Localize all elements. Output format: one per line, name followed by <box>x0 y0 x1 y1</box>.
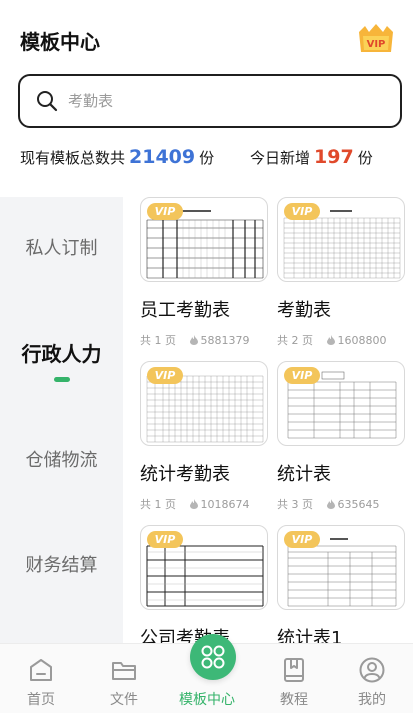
vip-tag: VIP <box>284 531 320 548</box>
book-icon <box>280 656 308 684</box>
template-meta: 共 2 页 1608800 <box>277 332 405 347</box>
bottom-tab-bar: 首页 文件 模板中心 教程 我的 <box>0 634 413 713</box>
flame-icon <box>189 335 198 345</box>
template-meta: 共 1 页 5881379 <box>140 332 268 347</box>
category-sidebar: 私人订制 行政人力 仓储物流 财务结算 <box>0 197 123 643</box>
total-prefix: 现有模板总数共 <box>20 149 126 167</box>
template-card[interactable]: VIP 考勤表 共 2 页 1608800 <box>277 197 405 347</box>
view-count: 1018674 <box>189 498 250 511</box>
template-name[interactable]: 统计考勤表 <box>140 460 268 486</box>
sidebar-item-label: 仓储物流 <box>25 450 98 471</box>
template-thumbnail[interactable]: VIP <box>277 197 405 282</box>
tab-label: 文件 <box>110 692 138 708</box>
vip-tag: VIP <box>147 531 183 548</box>
tab-label: 我的 <box>358 692 386 708</box>
template-meta: 共 1 页 1018674 <box>140 496 268 511</box>
template-card[interactable]: VIP 统计考勤表 共 1 页 1018674 <box>140 361 268 511</box>
flame-icon <box>326 499 335 509</box>
total-count: 21409 <box>129 146 196 168</box>
template-name[interactable]: 统计表 <box>277 460 405 486</box>
template-thumbnail[interactable]: VIP <box>277 361 405 446</box>
today-unit: 份 <box>357 149 373 167</box>
view-count-value: 635645 <box>337 498 380 511</box>
page-count: 共 1 页 <box>140 498 176 511</box>
total-stat: 现有模板总数共 21409 份 <box>20 146 214 168</box>
search-input[interactable] <box>68 88 368 114</box>
template-card[interactable]: VIP 统计表 共 3 页 635645 <box>277 361 405 511</box>
user-icon <box>358 656 386 684</box>
vip-tag: VIP <box>284 203 320 220</box>
template-name[interactable]: 员工考勤表 <box>140 296 268 322</box>
today-stat: 今日新增 197 份 <box>250 146 373 168</box>
flame-icon <box>326 335 335 345</box>
tab-label: 首页 <box>27 692 55 708</box>
search-icon <box>36 90 58 112</box>
template-thumbnail[interactable]: VIP <box>140 197 268 282</box>
active-indicator <box>53 377 70 382</box>
template-name[interactable]: 统计表1 <box>277 624 405 643</box>
view-count: 5881379 <box>189 334 250 347</box>
template-card[interactable]: VIP 员工考勤表 共 1 页 5881379 <box>140 197 268 347</box>
today-prefix: 今日新增 <box>250 149 311 167</box>
header: 模板中心 VIP <box>0 0 413 72</box>
vip-tag: VIP <box>147 367 183 384</box>
today-count: 197 <box>314 146 354 168</box>
template-stats: 现有模板总数共 21409 份 今日新增 197 份 <box>20 146 400 176</box>
total-unit: 份 <box>199 149 215 167</box>
view-count: 1608800 <box>326 334 387 347</box>
sidebar-item-private[interactable]: 私人订制 <box>0 234 123 260</box>
view-count-value: 1608800 <box>337 334 387 347</box>
vip-tag: VIP <box>147 203 183 220</box>
flame-icon <box>189 499 198 509</box>
sidebar-item-label: 私人订制 <box>25 238 98 259</box>
home-icon <box>27 656 55 684</box>
template-grid: VIP 员工考勤表 共 1 页 5881379 VIP 考勤表 共 2 页 16… <box>123 197 413 643</box>
template-card[interactable]: VIP 统计表1 <box>277 525 405 643</box>
template-name[interactable]: 考勤表 <box>277 296 405 322</box>
vip-badge-text: VIP <box>367 39 386 50</box>
vip-crown-icon[interactable]: VIP <box>355 22 397 56</box>
sidebar-item-label: 行政人力 <box>21 342 102 366</box>
page-count: 共 3 页 <box>277 498 313 511</box>
grid-icon <box>190 634 236 680</box>
view-count-value: 5881379 <box>200 334 250 347</box>
folder-icon <box>110 656 138 684</box>
view-count: 635645 <box>326 498 380 511</box>
vip-tag: VIP <box>284 367 320 384</box>
page-count: 共 2 页 <box>277 334 313 347</box>
template-card[interactable]: VIP 公司考勤表 <box>140 525 268 643</box>
tab-label: 教程 <box>280 692 308 708</box>
template-thumbnail[interactable]: VIP <box>277 525 405 610</box>
tab-label: 模板中心 <box>179 692 235 708</box>
view-count-value: 1018674 <box>200 498 250 511</box>
template-thumbnail[interactable]: VIP <box>140 361 268 446</box>
page-count: 共 1 页 <box>140 334 176 347</box>
page-title: 模板中心 <box>20 30 100 54</box>
sidebar-item-label: 财务结算 <box>25 555 98 576</box>
template-thumbnail[interactable]: VIP <box>140 525 268 610</box>
template-meta: 共 3 页 635645 <box>277 496 405 511</box>
search-box[interactable] <box>18 74 402 128</box>
sidebar-item-logistics[interactable]: 仓储物流 <box>0 446 123 472</box>
sidebar-item-finance[interactable]: 财务结算 <box>0 551 123 577</box>
sidebar-item-admin-hr[interactable]: 行政人力 <box>0 338 123 382</box>
